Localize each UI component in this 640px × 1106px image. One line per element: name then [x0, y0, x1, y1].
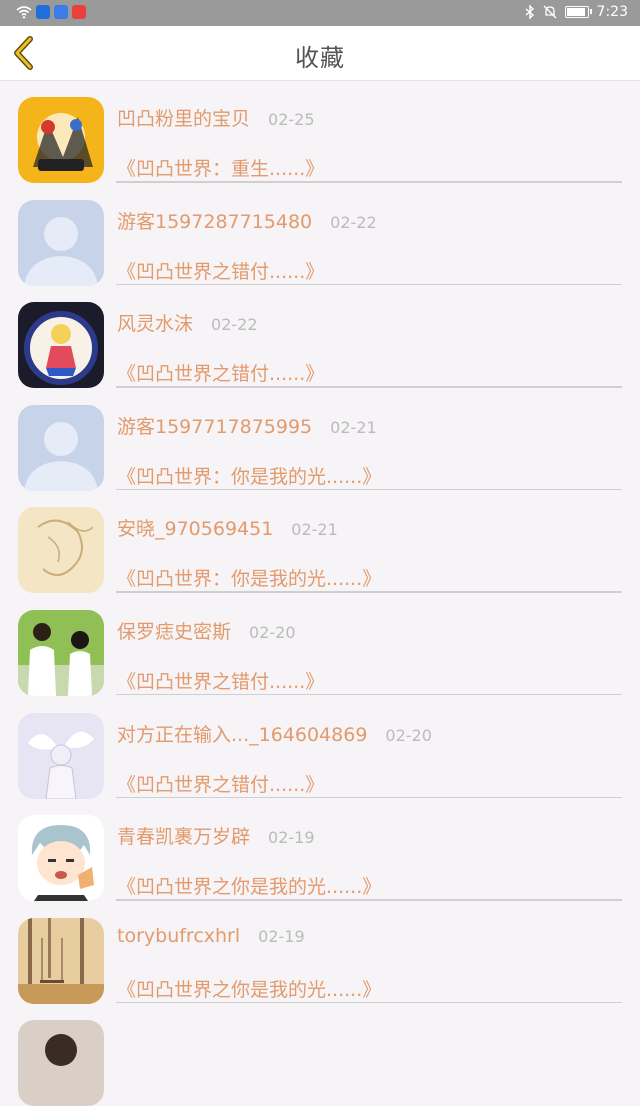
book-title[interactable]: 《凹凸世界之错付......》 — [117, 257, 324, 284]
user-name-text: 安晓_970569451 — [117, 518, 274, 541]
status-bar: 7:23 — [0, 0, 640, 26]
header-bar: 收藏 — [0, 26, 640, 81]
book-title[interactable]: 《凹凸世界：你是我的光......》 — [117, 564, 381, 591]
autumn-swing-avatar-icon — [18, 917, 104, 1004]
user-name: 青春凯裹万岁辟 02-19 — [117, 822, 315, 849]
date-label: 02-19 — [268, 828, 315, 848]
date-label: 02-22 — [330, 212, 377, 232]
avatar[interactable] — [18, 404, 104, 491]
game-art-avatar-icon — [18, 97, 104, 183]
battery-icon — [564, 6, 592, 18]
app-notification-icon — [54, 5, 68, 19]
book-title[interactable]: 《凹凸世界：你是我的光......》 — [117, 462, 381, 489]
user-name-text: 游客1597287715480 — [117, 210, 313, 233]
favorites-list: 凹凸粉里的宝贝 02-25 《凹凸世界：重生......》 游客159728771… — [0, 80, 640, 1106]
user-name: 安晓_970569451 02-21 — [117, 514, 338, 541]
wifi-icon — [16, 6, 32, 19]
list-item[interactable]: 保罗痣史密斯 02-20 《凹凸世界之错付......》 — [0, 593, 640, 696]
user-name-text: 风灵水沫 — [117, 313, 194, 336]
status-time: 7:23 — [596, 4, 628, 20]
avatar[interactable] — [18, 609, 104, 696]
avatar[interactable] — [18, 199, 104, 286]
default-person-avatar-icon — [18, 199, 104, 286]
book-title[interactable]: 《凹凸世界之错付......》 — [117, 770, 324, 797]
user-name-text: 凹凸粉里的宝贝 — [117, 108, 251, 130]
bluetooth-icon — [525, 5, 534, 19]
default-person-avatar-icon — [18, 404, 104, 491]
date-label: 02-21 — [291, 520, 338, 540]
list-item[interactable]: 对方正在输入..._164604869 02-20 《凹凸世界之错付......》 — [0, 696, 640, 799]
user-name-text: 青春凯裹万岁辟 — [117, 826, 251, 849]
avatar[interactable] — [18, 917, 104, 1004]
sketch-avatar-icon — [18, 507, 104, 594]
anime-girl-avatar-icon — [18, 302, 104, 389]
book-title[interactable]: 《凹凸世界之你是我的光......》 — [117, 975, 381, 1002]
date-label: 02-19 — [258, 926, 305, 946]
app-notification-icon — [36, 5, 50, 19]
status-icons-left — [16, 5, 86, 19]
status-icons-right: 7:23 — [525, 4, 628, 20]
avatar[interactable] — [18, 712, 104, 799]
list-item[interactable]: 青春凯裹万岁辟 02-19 《凹凸世界之你是我的光......》 — [0, 798, 640, 902]
date-label: 02-25 — [268, 110, 315, 129]
list-item[interactable]: 风灵水沫 02-22 《凹凸世界之错付......》 — [0, 285, 640, 389]
date-label: 02-20 — [249, 622, 296, 642]
user-name: torybufrcxhrl 02-19 — [117, 925, 305, 947]
user-name: 保罗痣史密斯 02-20 — [117, 617, 296, 644]
list-item[interactable]: 安晓_970569451 02-21 《凹凸世界：你是我的光......》 — [0, 490, 640, 594]
date-label: 02-22 — [211, 315, 258, 335]
book-title[interactable]: 《凹凸世界之错付......》 — [117, 359, 324, 386]
avatar[interactable] — [18, 507, 104, 594]
book-title[interactable]: 《凹凸世界之你是我的光......》 — [117, 872, 381, 899]
book-title[interactable]: 《凹凸世界：重生......》 — [117, 154, 324, 181]
list-item[interactable]: 凹凸粉里的宝贝 02-25 《凹凸世界：重生......》 — [0, 80, 640, 183]
avatar[interactable] — [18, 302, 104, 389]
user-name-text: 保罗痣史密斯 — [117, 620, 232, 643]
date-label: 02-21 — [330, 417, 377, 437]
avatar[interactable] — [18, 815, 104, 902]
user-name: 对方正在输入..._164604869 02-20 — [117, 720, 432, 747]
book-title[interactable]: 《凹凸世界之错付......》 — [117, 667, 324, 694]
user-name: 游客1597717875995 02-21 — [117, 412, 377, 439]
user-name-text: torybufrcxhrl — [117, 924, 241, 947]
user-name: 凹凸粉里的宝贝 02-25 — [117, 104, 315, 131]
list-item[interactable] — [0, 1003, 640, 1106]
avatar[interactable] — [18, 97, 104, 183]
anime-boy-avatar-icon — [18, 815, 104, 902]
user-name: 游客1597287715480 02-22 — [117, 207, 377, 234]
user-name: 风灵水沫 02-22 — [117, 309, 258, 336]
page-title: 收藏 — [295, 44, 345, 72]
list-item[interactable]: torybufrcxhrl 02-19 《凹凸世界之你是我的光......》 — [0, 901, 640, 1004]
partial-avatar-icon — [18, 1020, 104, 1106]
angel-wings-avatar-icon — [18, 712, 104, 799]
avatar[interactable] — [18, 1020, 104, 1106]
list-item[interactable]: 游客1597287715480 02-22 《凹凸世界之错付......》 — [0, 183, 640, 286]
list-item[interactable]: 游客1597717875995 02-21 《凹凸世界：你是我的光......》 — [0, 388, 640, 491]
app-notification-icon — [72, 5, 86, 19]
date-label: 02-20 — [385, 725, 432, 745]
mute-bell-icon — [543, 5, 557, 19]
user-name-text: 游客1597717875995 — [117, 415, 313, 438]
couple-photo-avatar-icon — [18, 609, 104, 696]
user-name-text: 对方正在输入..._164604869 — [117, 723, 368, 746]
